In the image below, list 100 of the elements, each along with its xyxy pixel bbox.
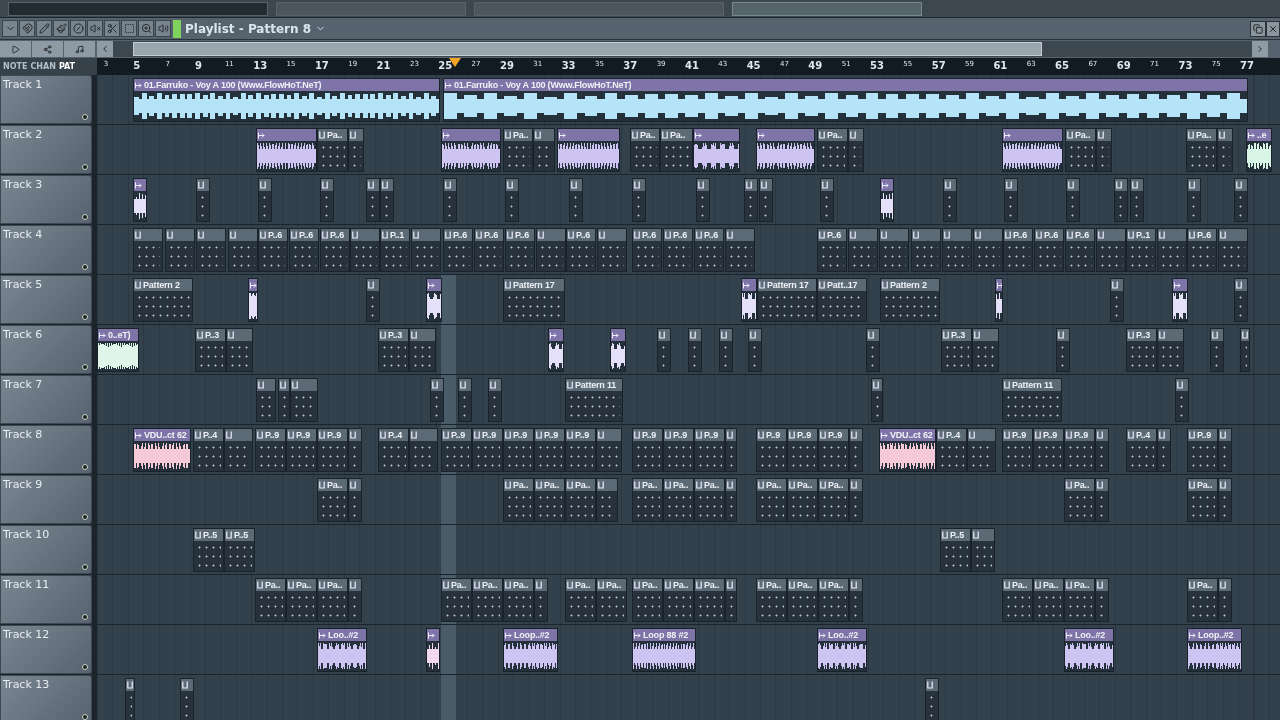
audio-clip[interactable] bbox=[1172, 278, 1188, 322]
track-header[interactable]: Track 11 bbox=[0, 575, 92, 624]
pattern-clip[interactable] bbox=[748, 328, 762, 372]
pattern-clip[interactable] bbox=[320, 178, 334, 222]
pattern-clip[interactable]: P..9 bbox=[317, 428, 348, 472]
pattern-clip[interactable] bbox=[1095, 578, 1109, 622]
pattern-clip[interactable]: Pa.. bbox=[317, 128, 348, 172]
pattern-clip[interactable] bbox=[348, 128, 364, 172]
restore-button[interactable] bbox=[1250, 20, 1266, 37]
pattern-clip[interactable]: P..3 bbox=[941, 328, 972, 372]
note-button[interactable] bbox=[64, 41, 95, 57]
audio-clip[interactable] bbox=[256, 128, 317, 172]
pattern-clip[interactable] bbox=[866, 328, 880, 372]
pattern-clip[interactable] bbox=[725, 578, 737, 622]
audio-clip[interactable] bbox=[610, 328, 626, 372]
speaker-button[interactable] bbox=[155, 20, 171, 37]
pattern-clip[interactable]: P..9 bbox=[1187, 428, 1218, 472]
pattern-clip[interactable]: Patt..17 bbox=[817, 278, 867, 322]
view-mode-tab[interactable]: CHAN bbox=[30, 62, 56, 71]
pattern-clip[interactable] bbox=[1130, 178, 1144, 222]
brush-button[interactable] bbox=[53, 20, 69, 37]
pattern-clip[interactable] bbox=[348, 578, 362, 622]
pattern-clip[interactable] bbox=[196, 178, 210, 222]
pattern-clip[interactable] bbox=[1095, 478, 1109, 522]
pattern-clip[interactable] bbox=[688, 328, 702, 372]
pattern-clip[interactable] bbox=[569, 178, 583, 222]
indicator-icon[interactable] bbox=[82, 214, 88, 220]
pattern-clip[interactable] bbox=[1004, 178, 1018, 222]
pattern-clip[interactable]: Pa.. bbox=[503, 128, 533, 172]
pattern-clip[interactable] bbox=[226, 328, 253, 372]
pattern-clip[interactable] bbox=[596, 428, 622, 472]
pattern-clip[interactable]: Pa.. bbox=[1033, 578, 1064, 622]
pattern-clip[interactable]: P..9 bbox=[503, 428, 534, 472]
indicator-icon[interactable] bbox=[82, 564, 88, 570]
track-header[interactable]: Track 4 bbox=[0, 225, 92, 274]
audio-clip[interactable]: Loop..#2 bbox=[1187, 628, 1242, 672]
indicator-icon[interactable] bbox=[82, 164, 88, 170]
pattern-clip[interactable]: Pa.. bbox=[596, 578, 627, 622]
pattern-clip[interactable]: P..9 bbox=[632, 428, 663, 472]
pattern-clip[interactable]: P..9 bbox=[756, 428, 787, 472]
pattern-clip[interactable]: Pa.. bbox=[472, 578, 503, 622]
pattern-clip[interactable]: Pa.. bbox=[1065, 128, 1096, 172]
slash-button[interactable] bbox=[70, 20, 86, 37]
pattern-clip[interactable] bbox=[350, 228, 380, 272]
pattern-clip[interactable]: Pattern 17 bbox=[757, 278, 817, 322]
pattern-clip[interactable] bbox=[942, 228, 972, 272]
indicator-icon[interactable] bbox=[82, 264, 88, 270]
pattern-clip[interactable]: P..9 bbox=[472, 428, 503, 472]
pattern-clip[interactable] bbox=[848, 228, 878, 272]
pattern-clip[interactable] bbox=[366, 278, 380, 322]
play-mode-button[interactable] bbox=[0, 41, 31, 57]
close-button[interactable] bbox=[1266, 20, 1280, 37]
pattern-clip[interactable] bbox=[1095, 428, 1109, 472]
indicator-icon[interactable] bbox=[82, 114, 88, 120]
pattern-clip[interactable] bbox=[409, 328, 436, 372]
pattern-clip[interactable]: Pa.. bbox=[503, 478, 534, 522]
audio-clip[interactable] bbox=[995, 278, 1003, 322]
pattern-clip[interactable] bbox=[1217, 128, 1233, 172]
audio-clip[interactable] bbox=[426, 278, 442, 322]
indicator-icon[interactable] bbox=[82, 464, 88, 470]
track-header[interactable]: Track 9 bbox=[0, 475, 92, 524]
pattern-clip[interactable] bbox=[1210, 328, 1224, 372]
scissors-button[interactable] bbox=[104, 20, 120, 37]
audio-clip[interactable]: 01.Farruko - Voy A 100 (Www.FlowHoT.NeT) bbox=[133, 78, 440, 122]
audio-clip[interactable]: Loo..#2 bbox=[817, 628, 867, 672]
audio-clip[interactable] bbox=[756, 128, 815, 172]
connect-button[interactable] bbox=[32, 41, 63, 57]
pattern-clip[interactable] bbox=[1157, 228, 1187, 272]
pattern-clip[interactable]: P..9 bbox=[255, 428, 286, 472]
pattern-clip[interactable]: Pa.. bbox=[756, 478, 787, 522]
pattern-clip[interactable] bbox=[380, 178, 394, 222]
audio-clip[interactable]: 0..eT) bbox=[97, 328, 139, 372]
pattern-clip[interactable]: P..9 bbox=[286, 428, 317, 472]
pattern-clip[interactable] bbox=[258, 178, 272, 222]
pattern-clip[interactable] bbox=[725, 478, 737, 522]
pattern-clip[interactable] bbox=[1175, 378, 1189, 422]
pattern-clip[interactable]: Pa.. bbox=[818, 478, 849, 522]
pattern-clip[interactable] bbox=[632, 178, 646, 222]
pattern-clip[interactable] bbox=[1218, 578, 1232, 622]
pattern-clip[interactable]: Pa.. bbox=[630, 128, 660, 172]
pattern-clip[interactable]: P..9 bbox=[1033, 428, 1064, 472]
pattern-clip[interactable] bbox=[534, 578, 548, 622]
indicator-icon[interactable] bbox=[82, 364, 88, 370]
scrollbar-thumb[interactable] bbox=[133, 42, 1042, 56]
pattern-clip[interactable] bbox=[597, 228, 627, 272]
pattern-clip[interactable] bbox=[871, 378, 883, 422]
audio-clip[interactable]: VDU..ct 62 bbox=[133, 428, 191, 472]
pattern-clip[interactable] bbox=[228, 228, 258, 272]
pattern-clip[interactable] bbox=[596, 478, 618, 522]
pattern-clip[interactable] bbox=[1218, 228, 1248, 272]
pattern-clip[interactable]: P..4 bbox=[193, 428, 224, 472]
indicator-icon[interactable] bbox=[82, 664, 88, 670]
pattern-clip[interactable] bbox=[1157, 328, 1184, 372]
pattern-clip[interactable]: P..6 bbox=[1003, 228, 1033, 272]
pattern-clip[interactable] bbox=[409, 428, 438, 472]
pattern-clip[interactable]: P..6 bbox=[817, 228, 847, 272]
pattern-clip[interactable]: P..9 bbox=[818, 428, 849, 472]
pattern-clip[interactable] bbox=[180, 678, 194, 720]
pattern-clip[interactable] bbox=[1187, 178, 1201, 222]
pattern-clip[interactable] bbox=[744, 178, 758, 222]
